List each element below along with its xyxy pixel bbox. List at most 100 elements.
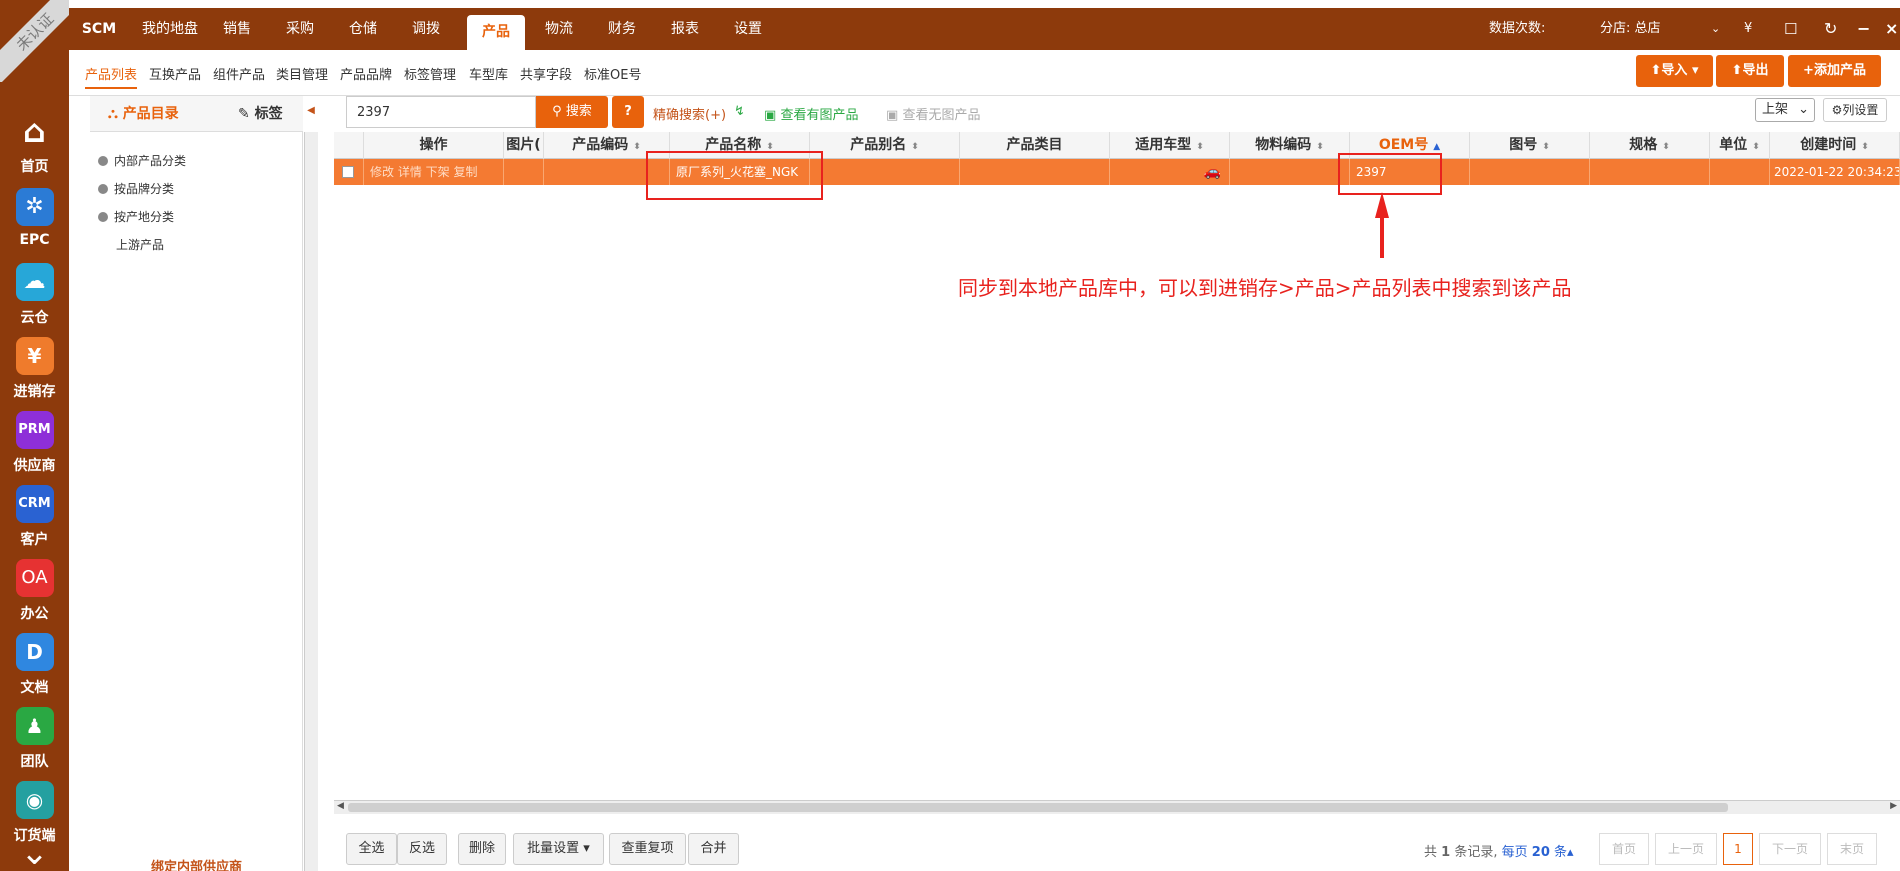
nav-reports[interactable]: 报表 [662, 8, 708, 50]
cloud-icon: ☁ [15, 263, 54, 301]
tab-product-list[interactable]: 产品列表 [85, 64, 138, 89]
precise-search-link[interactable]: 精确搜索(+) [653, 104, 726, 123]
tab-interchange-products[interactable]: 互换产品 [149, 64, 201, 83]
message-icon[interactable]: ☐ [1784, 8, 1797, 50]
sidebar-item-office[interactable]: OA 办公 [0, 559, 69, 623]
yen-icon: ¥ [15, 337, 54, 375]
col-vehicle-model[interactable]: 适用车型 ⬍ [1110, 132, 1230, 159]
column-settings-button[interactable]: ⚙列设置 [1823, 98, 1887, 122]
nav-warehouse[interactable]: 仓储 [340, 8, 386, 50]
currency-button[interactable]: ¥ [1744, 8, 1752, 50]
collapse-panel-icon[interactable]: ◀ [304, 96, 318, 126]
help-button[interactable]: ? [612, 96, 644, 128]
col-spec[interactable]: 规格 ⬍ [1590, 132, 1710, 159]
import-button[interactable]: ⬆导入 ▾ [1636, 55, 1713, 87]
row-checkbox[interactable] [342, 166, 354, 178]
chevron-down-icon[interactable]: ⌄ [1711, 8, 1720, 50]
sidebar-item-team[interactable]: ♟ 团队 [0, 707, 69, 771]
bind-internal-supplier-link[interactable]: 绑定内部供应商 [90, 856, 303, 871]
col-product-alias[interactable]: 产品别名 ⬍ [810, 132, 960, 159]
tab-component-products[interactable]: 组件产品 [213, 64, 265, 83]
chevron-down-icon: ⌄ [1798, 102, 1809, 117]
view-with-image-link[interactable]: ▣ 查看有图产品 [764, 104, 858, 123]
last-page-button[interactable]: 末页 [1827, 833, 1877, 865]
batch-settings-button[interactable]: 批量设置 ▾ [513, 833, 604, 865]
merge-button[interactable]: 合并 [688, 833, 739, 865]
tab-vehicle-library[interactable]: 车型库 [469, 64, 508, 83]
refresh-icon[interactable]: ↻ [1824, 8, 1837, 50]
sort-icon: ⬍ [1861, 142, 1869, 152]
col-created-time[interactable]: 创建时间 ⬍ [1770, 132, 1900, 159]
page-size-selector[interactable]: 每页 20 条▴ [1502, 845, 1574, 860]
sync-icon[interactable]: ↯ [734, 104, 745, 119]
sidebar-item-suppliers[interactable]: PRM 供应商 [0, 411, 69, 475]
caret-down-icon: ▾ [579, 841, 590, 856]
search-button[interactable]: ⚲ 搜索 [536, 96, 608, 128]
catalog-scrollbar[interactable] [304, 132, 318, 871]
tab-product-catalog[interactable]: ⛬ 产品目录 [108, 96, 179, 132]
page-1-button[interactable]: 1 [1723, 833, 1753, 865]
sort-icon: ⬍ [1662, 142, 1670, 152]
col-product-category: 产品类目 [960, 132, 1110, 159]
col-drawing-number[interactable]: 图号 ⬍ [1470, 132, 1590, 159]
find-duplicates-button[interactable]: 查重复项 [609, 833, 686, 865]
car-icon[interactable]: 🚗 [1110, 159, 1230, 185]
sidebar-item-customers[interactable]: CRM 客户 [0, 485, 69, 549]
col-material-code[interactable]: 物料编码 ⬍ [1230, 132, 1350, 159]
prev-page-button[interactable]: 上一页 [1655, 833, 1717, 865]
oa-icon: OA [15, 559, 54, 597]
branch-selector[interactable]: 分店: 总店 [1600, 8, 1661, 50]
sort-icon: ⬍ [1316, 142, 1324, 152]
minimize-icon[interactable]: − [1857, 8, 1870, 50]
table-horizontal-scrollbar[interactable]: ◀ ▶ [334, 800, 1900, 814]
sidebar-item-inventory[interactable]: ¥ 进销存 [0, 337, 69, 401]
sidebar-item-documents[interactable]: D 文档 [0, 633, 69, 697]
nav-purchase[interactable]: 采购 [277, 8, 323, 50]
nav-my-workspace[interactable]: 我的地盘 [135, 8, 205, 50]
nav-sales[interactable]: 销售 [214, 8, 260, 50]
sidebar-item-home[interactable]: ⌂ 首页 [0, 112, 69, 176]
invert-selection-button[interactable]: 反选 [397, 833, 447, 865]
sidebar-item-epc[interactable]: ✲ EPC [0, 188, 69, 248]
tree-node-by-brand[interactable]: 按品牌分类 [98, 180, 174, 197]
status-select[interactable]: 上架 ⌄ [1755, 98, 1815, 122]
row-actions[interactable]: 修改 详情 下架 复制 [364, 159, 504, 185]
export-button[interactable]: ⬆导出 [1716, 55, 1784, 87]
add-product-button[interactable]: +添加产品 [1788, 55, 1881, 87]
close-icon[interactable]: × [1885, 8, 1898, 50]
tree-node-by-origin[interactable]: 按产地分类 [98, 208, 174, 225]
scrollbar-thumb[interactable] [348, 803, 1728, 812]
tree-node-upstream[interactable]: 上游产品 [116, 236, 164, 253]
scroll-right-icon[interactable]: ▶ [1890, 801, 1897, 811]
tab-shared-fields[interactable]: 共享字段 [520, 64, 572, 83]
sidebar-item-cloud-warehouse[interactable]: ☁ 云仓 [0, 263, 69, 327]
tab-product-brands[interactable]: 产品品牌 [340, 64, 392, 83]
nav-products[interactable]: 产品 [467, 15, 525, 50]
search-input[interactable]: 2397 [346, 96, 536, 128]
tab-category-management[interactable]: 类目管理 [276, 64, 328, 83]
next-page-button[interactable]: 下一页 [1759, 833, 1821, 865]
tag-icon: ✎ [238, 106, 250, 122]
nav-scm[interactable]: SCM [79, 8, 119, 50]
row-checkbox-cell [334, 159, 364, 185]
nav-transfer[interactable]: 调拨 [403, 8, 449, 50]
chevron-down-icon[interactable]: ⌄ [0, 836, 69, 870]
col-unit[interactable]: 单位 ⬍ [1710, 132, 1770, 159]
tab-tag-management[interactable]: 标签管理 [404, 64, 456, 83]
nav-logistics[interactable]: 物流 [536, 8, 582, 50]
delete-button[interactable]: 删除 [458, 833, 506, 865]
sort-asc-icon: ▲ [1433, 142, 1441, 152]
scroll-left-icon[interactable]: ◀ [337, 801, 344, 811]
tab-standard-oe[interactable]: 标准OE号 [584, 64, 641, 83]
select-all-button[interactable]: 全选 [346, 833, 397, 865]
table-row[interactable]: 修改 详情 下架 复制 原厂系列_火花塞_NGK 🚗 2397 2022-01-… [334, 159, 1900, 185]
nav-finance[interactable]: 财务 [599, 8, 645, 50]
first-page-button[interactable]: 首页 [1599, 833, 1649, 865]
nav-settings[interactable]: 设置 [725, 8, 771, 50]
view-without-image-link[interactable]: ▣ 查看无图产品 [886, 104, 980, 123]
verification-badge: 未认证 [0, 0, 69, 82]
tree-node-internal-category[interactable]: 内部产品分类 [98, 152, 186, 169]
tab-tags[interactable]: ✎ 标签 [238, 96, 283, 132]
order-icon: ◉ [15, 781, 54, 819]
sub-navigation: 产品列表 互换产品 组件产品 类目管理 产品品牌 标签管理 车型库 共享字段 标… [69, 50, 1900, 96]
